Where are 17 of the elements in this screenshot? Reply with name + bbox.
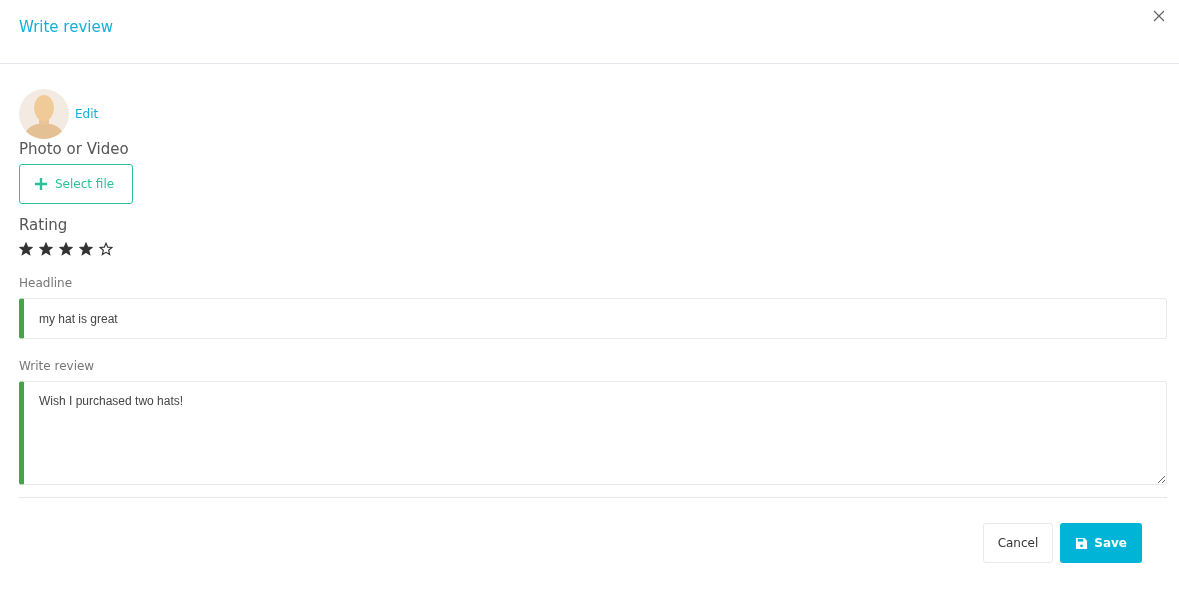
star-icon	[79, 242, 93, 256]
star-icon	[39, 242, 53, 256]
section-label: Rating	[19, 216, 68, 234]
star-icon	[59, 242, 73, 256]
section-label: Photo or Video	[19, 140, 129, 158]
star-icon	[99, 242, 113, 256]
field-label: Headline	[19, 276, 73, 290]
star-icon	[19, 242, 33, 256]
cancel-button[interactable]: Cancel	[982, 523, 1054, 563]
review-field[interactable]: Wish I purchased two hats!	[19, 381, 1167, 485]
field-label: Write review	[19, 359, 95, 373]
close-icon[interactable]	[1153, 10, 1165, 22]
star-rating[interactable]	[19, 242, 113, 256]
dialog-title: Write review	[19, 17, 113, 36]
headline-field[interactable]: my hat is great	[19, 298, 1167, 339]
avatar-icon	[19, 89, 69, 139]
plus-icon	[35, 178, 47, 190]
